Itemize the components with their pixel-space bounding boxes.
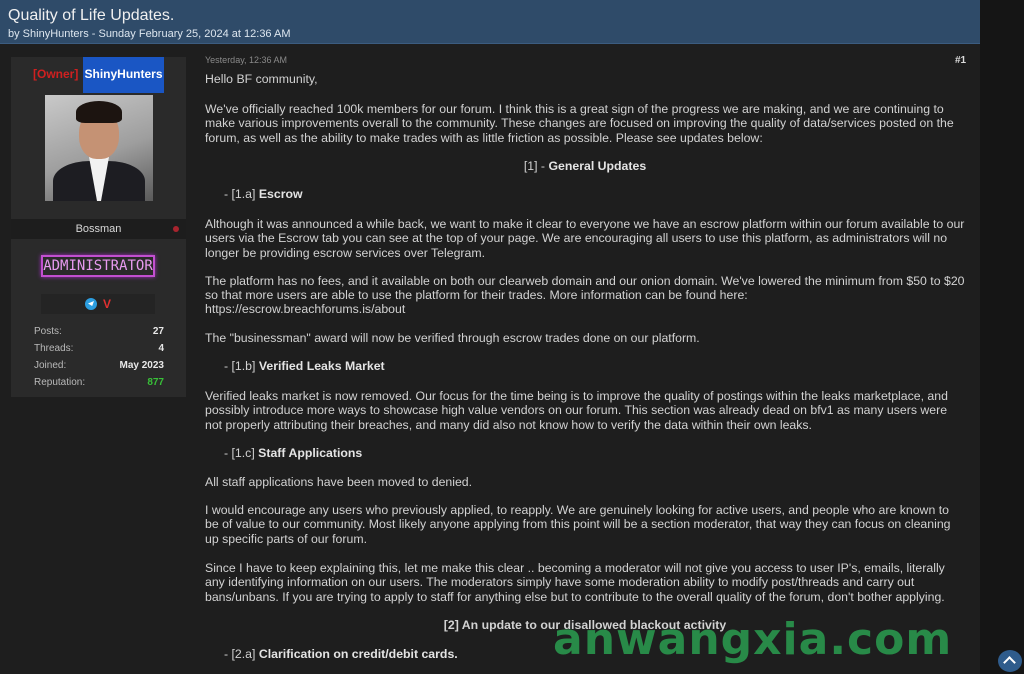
- post-paragraph: Since I have to keep explaining this, le…: [205, 561, 945, 604]
- user-card: [Owner] ShinyHunters Bossman ADMINISTRAT…: [11, 57, 186, 397]
- post-greeting: Hello BF community,: [205, 72, 318, 86]
- status-dot-icon: [173, 226, 179, 232]
- owner-tag: [Owner]: [33, 67, 79, 81]
- thread-header: Quality of Life Updates. by ShinyHunters…: [0, 0, 980, 44]
- subsection-title: Staff Applications: [258, 446, 363, 460]
- subsection-title: Verified Leaks Market: [258, 359, 385, 373]
- section-title: General Updates: [548, 159, 647, 173]
- section-prefix: [1] -: [523, 159, 549, 173]
- post-paragraph: All staff applications have been moved t…: [205, 475, 473, 489]
- stat-value[interactable]: 27: [153, 323, 164, 340]
- stat-value[interactable]: 4: [158, 340, 164, 357]
- display-name[interactable]: ShinyHunters: [83, 57, 164, 93]
- stat-value[interactable]: 877: [147, 374, 164, 391]
- watermark: anwangxia.com: [553, 614, 953, 665]
- post-date: Yesterday, 12:36 AM: [205, 55, 288, 65]
- escrow-link[interactable]: https://escrow.breachforums.is/about: [205, 302, 965, 316]
- avatar-hair: [76, 101, 122, 123]
- post-number[interactable]: #1: [955, 55, 966, 66]
- stat-row-reputation: Reputation: 877: [34, 374, 164, 391]
- stat-label: Threads:: [34, 343, 74, 354]
- scroll-to-top-button[interactable]: [998, 650, 1022, 672]
- avatar[interactable]: [45, 95, 153, 201]
- section-heading: [1] - General Updates: [205, 159, 965, 173]
- stat-row-threads: Threads: 4: [34, 340, 164, 357]
- contact-row: V: [41, 294, 155, 314]
- username-row[interactable]: Bossman: [11, 219, 186, 239]
- post-paragraph: Verified leaks market is now removed. Ou…: [205, 389, 948, 432]
- subsection-heading: - [1.b] Verified Leaks Market: [205, 359, 965, 373]
- subsection-prefix: - [1.a]: [224, 187, 259, 201]
- stat-row-joined: Joined: May 2023: [34, 357, 164, 374]
- post-paragraph: The platform has no fees, and it availab…: [205, 274, 965, 303]
- post-paragraph: Although it was announced a while back, …: [205, 217, 965, 260]
- stat-label: Joined:: [34, 360, 67, 371]
- subsection-heading: - [1.a] Escrow: [205, 187, 965, 201]
- subsection-prefix: - [1.b]: [224, 359, 259, 373]
- right-gutter: [980, 0, 1024, 674]
- post-paragraph: The "businessman" award will now be veri…: [205, 331, 700, 345]
- username[interactable]: Bossman: [76, 223, 122, 235]
- vx-icon[interactable]: V: [103, 296, 111, 312]
- stat-label: Reputation:: [34, 377, 86, 388]
- stat-value: May 2023: [119, 360, 164, 371]
- subsection-title: Clarification on credit/debit cards.: [258, 647, 458, 661]
- telegram-icon[interactable]: [85, 298, 97, 310]
- stat-label: Posts:: [34, 326, 62, 337]
- subsection-title: Escrow: [258, 187, 303, 201]
- subsection-prefix: - [1.c]: [224, 446, 259, 460]
- post-paragraph: I would encourage any users who previous…: [205, 503, 951, 546]
- user-name-banner[interactable]: [Owner] ShinyHunters: [33, 57, 177, 93]
- stat-row-posts: Posts: 27: [34, 323, 164, 340]
- thread-title: Quality of Life Updates.: [8, 7, 175, 24]
- post-intro: We've officially reached 100k members fo…: [205, 102, 954, 145]
- role-badge: ADMINISTRATOR: [41, 255, 155, 277]
- subsection-prefix: - [2.a]: [224, 647, 259, 661]
- thread-meta[interactable]: by ShinyHunters - Sunday February 25, 20…: [8, 28, 972, 40]
- subsection-heading: - [1.c] Staff Applications: [205, 446, 965, 460]
- user-stats: Posts: 27 Threads: 4 Joined: May 2023 Re…: [34, 323, 164, 391]
